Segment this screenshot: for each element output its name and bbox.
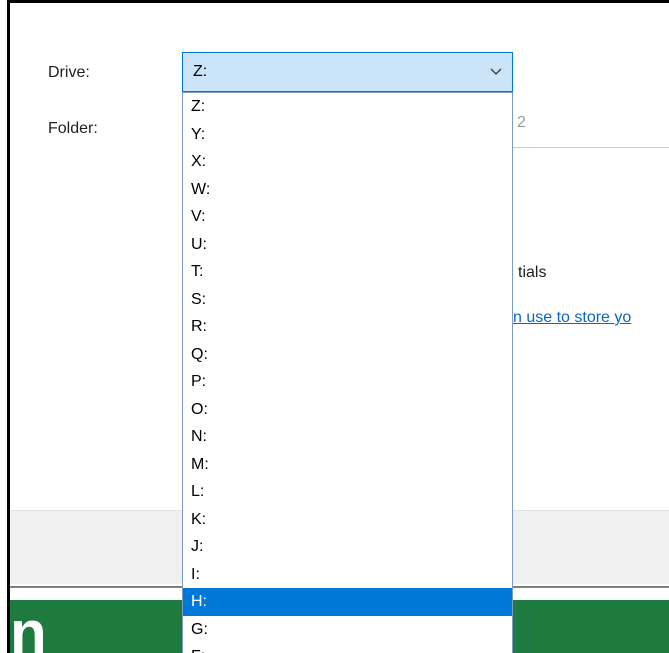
drive-option[interactable]: R: [183,313,512,341]
drive-option[interactable]: W: [183,176,512,204]
folder-input-value: 2 [517,114,526,131]
drive-option[interactable]: F: [183,643,512,653]
background-logo: n [10,599,47,653]
drive-select-value: Z: [193,63,208,80]
chevron-down-icon [490,68,502,75]
drive-option[interactable]: Y: [183,121,512,149]
drive-dropdown-list[interactable]: Z: Y: X: W: V: U: T: S: R: Q: P: O: N: M: L: K: J: I: H: G:… [182,92,513,653]
drive-option[interactable]: H: [183,588,512,616]
drive-option[interactable]: S: [183,286,512,314]
drive-option[interactable]: T: [183,258,512,286]
drive-option[interactable]: M: [183,451,512,479]
drive-option[interactable]: J: [183,533,512,561]
drive-option[interactable]: L: [183,478,512,506]
store-documents-link[interactable]: n use to store yo [513,309,631,327]
map-network-drive-dialog: Drive: Folder: 2 tials n use to store yo… [7,0,669,653]
drive-label: Drive: [48,64,90,81]
drive-option[interactable]: I: [183,561,512,589]
drive-option[interactable]: V: [183,203,512,231]
drive-option[interactable]: P: [183,368,512,396]
drive-option[interactable]: X: [183,148,512,176]
folder-label: Folder: [48,120,98,137]
drive-option[interactable]: N: [183,423,512,451]
drive-option[interactable]: Z: [183,93,512,121]
drive-option[interactable]: G: [183,616,512,644]
drive-option[interactable]: O: [183,396,512,424]
drive-select[interactable]: Z: [182,52,513,92]
drive-option[interactable]: K: [183,506,512,534]
drive-option[interactable]: U: [183,231,512,259]
folder-input[interactable]: 2 [498,104,669,148]
credentials-checkbox-label[interactable]: tials [518,264,546,282]
drive-option[interactable]: Q: [183,341,512,369]
